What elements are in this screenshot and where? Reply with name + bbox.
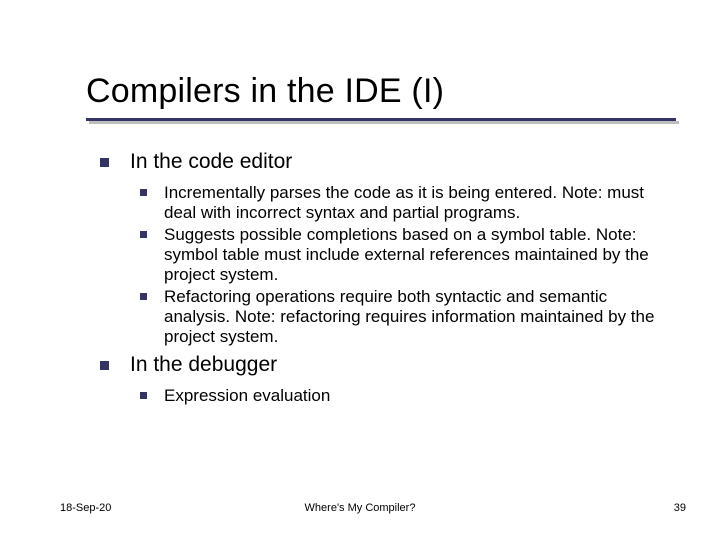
bullet-lvl2: Incrementally parses the code as it is b…	[140, 183, 660, 223]
lvl1-text: In the code editor	[130, 150, 292, 173]
bullet-lvl2: Refactoring operations require both synt…	[140, 287, 660, 347]
slide: Compilers in the IDE (I) In the code edi…	[0, 0, 720, 540]
lvl2-text: Suggests possible completions based on a…	[164, 225, 649, 284]
bullet-lvl2: Suggests possible completions based on a…	[140, 225, 660, 285]
footer-page-number: 39	[674, 502, 686, 514]
bullet-lvl1: In the code editor	[100, 150, 660, 175]
title-underline-shadow	[89, 121, 679, 124]
title-underline	[86, 118, 676, 121]
lvl2-text: Refactoring operations require both synt…	[164, 287, 654, 346]
lvl2-text: Expression evaluation	[164, 386, 330, 405]
lvl2-group: Incrementally parses the code as it is b…	[140, 183, 660, 347]
square-bullet-icon	[100, 361, 109, 370]
lvl2-group: Expression evaluation	[140, 386, 660, 406]
square-bullet-icon	[140, 189, 147, 196]
bullet-lvl2: Expression evaluation	[140, 386, 660, 406]
bullet-lvl1: In the debugger	[100, 353, 660, 378]
slide-body: In the code editor Incrementally parses …	[100, 150, 660, 412]
square-bullet-icon	[140, 392, 147, 399]
lvl1-text: In the debugger	[130, 353, 277, 376]
footer-title: Where's My Compiler?	[0, 502, 720, 514]
square-bullet-icon	[140, 231, 147, 238]
lvl2-text: Incrementally parses the code as it is b…	[164, 183, 644, 222]
square-bullet-icon	[100, 158, 109, 167]
slide-title: Compilers in the IDE (I)	[86, 72, 444, 111]
square-bullet-icon	[140, 293, 147, 300]
